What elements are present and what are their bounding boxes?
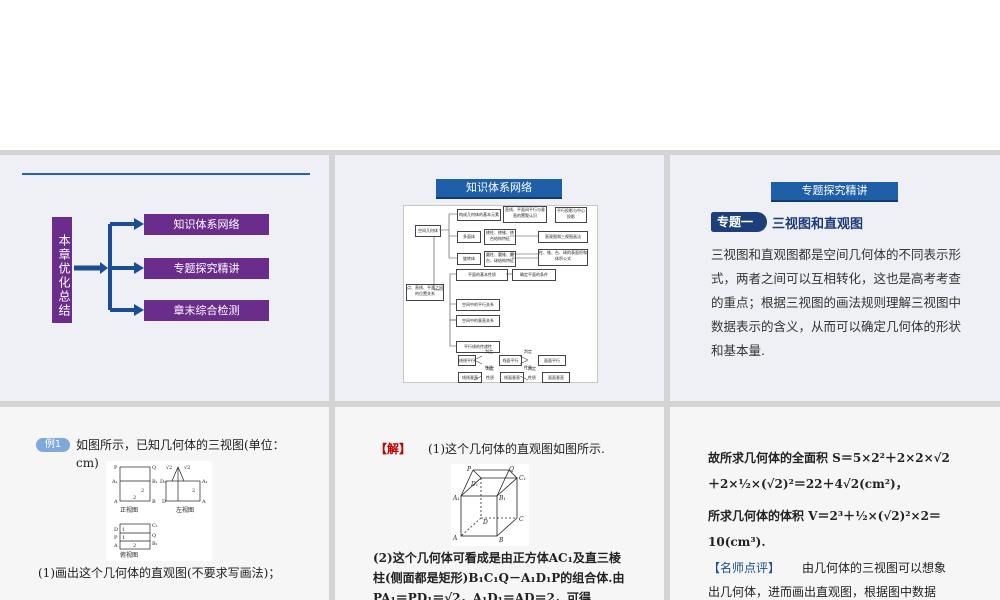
menu-item-chapter-test[interactable]: 章末综合检测 [144, 300, 269, 321]
node-perpendicular-relations: 空间中的垂直关系 [456, 315, 500, 327]
example-badge: 例1 [36, 438, 70, 452]
slide-header: 专题探究精讲 [771, 182, 898, 202]
solution-line-2: (2)这个几何体可看成是由正方体AC₁及直三棱柱(侧面都是矩形)B₁C₁Q－A₁… [373, 551, 625, 600]
formula-line-4: 10(cm³). [708, 535, 766, 549]
node-basic-elements: 构成几何体的基本元素 [457, 209, 501, 221]
label-judge-1: 判定 [485, 349, 493, 354]
slide-header: 知识体系网络 [436, 179, 562, 199]
chapter-summary-label: 本章优化总结 [52, 217, 72, 323]
branch-arrows [74, 218, 144, 316]
svg-text:A: A [113, 543, 118, 549]
slide-thumbnail-2[interactable]: 知识体系网络 空间几何体 构成几何体的基本元素 直线、平面间平行与垂直的直观认识… [335, 155, 664, 401]
svg-text:B₁: B₁ [498, 495, 506, 502]
knowledge-network-diagram: 空间几何体 构成几何体的基本元素 直线、平面间平行与垂直的直观认识 平行投影与中… [403, 205, 598, 383]
comment-line-1: 由几何体的三视图可以想象 [802, 561, 947, 575]
node-solid-of-revolution: 旋转体 [457, 253, 481, 265]
teacher-comment-tag: 【名师点评】 [708, 561, 781, 575]
node-line-plane-parallel: 线面平行 [499, 355, 522, 366]
svg-text:B₁: B₁ [152, 479, 158, 485]
slide-thumbnail-1[interactable]: 本章优化总结 知识体系网络 专题探究精讲 章末综合检测 [0, 155, 329, 401]
svg-text:1: 1 [122, 535, 125, 541]
label-property-4: 性质 [528, 375, 536, 380]
formula-line-1: 故所求几何体的全面积 S＝5×2²＋2×2×√2 [708, 451, 950, 465]
node-parallel-relations: 空间中的平行关系 [456, 299, 500, 311]
svg-text:D₁: D₁ [470, 481, 478, 488]
solution-line-1: (1)这个几何体的直观图如图所示. [428, 442, 605, 456]
svg-text:C: C [519, 516, 524, 523]
svg-text:A: A [113, 499, 118, 505]
label-side-view: 左视图 [176, 507, 195, 514]
svg-text:D: D [482, 519, 488, 526]
svg-text:1: 1 [122, 527, 125, 533]
label-judge-3: 判定 [486, 366, 494, 371]
svg-text:A₁: A₁ [111, 479, 118, 485]
svg-text:2: 2 [192, 488, 195, 494]
node-plane-conditions: 确定平面的条件 [512, 269, 556, 281]
svg-text:2: 2 [141, 488, 144, 494]
node-prism-structure: 棱柱、棱锥、棱台结构特征 [484, 229, 516, 245]
svg-text:B₁: B₁ [152, 541, 158, 547]
question-1: (1)画出这个几何体的直观图(不要求写画法)； [38, 566, 281, 580]
label-judge-2: 判定 [524, 349, 532, 354]
label-top-view: 俯视图 [120, 552, 139, 559]
svg-text:√2: √2 [166, 465, 172, 471]
node-cylinder-structure: 圆柱、圆锥、圆台、球结构特征 [484, 251, 516, 267]
node-plane-properties: 平面的基本性质 [456, 269, 508, 281]
svg-text:Q: Q [509, 466, 514, 473]
node-polyhedron: 多面体 [457, 231, 481, 243]
formula-line-2: ＋2×½×(√2)²＝22＋4√2(cm²)， [708, 477, 908, 491]
svg-text:D: D [162, 499, 166, 505]
svg-text:A₁: A₁ [452, 495, 460, 502]
svg-text:Q: Q [152, 465, 156, 471]
svg-text:2: 2 [133, 495, 136, 501]
slide-thumbnail-3[interactable]: 专题探究精讲 专题一 三视图和直观图 三视图和直观图都是空间几何体的不同表示形式… [670, 155, 1000, 401]
solid-figure: PQ D₁C₁ A₁ B₁ DC AB [451, 464, 529, 546]
slide-thumbnail-5[interactable]: 【解】 (1)这个几何体的直观图如图所示. PQ D₁ C₁ A₁ B₁ DC AB… [335, 407, 664, 600]
topic-title: 三视图和直观图 [772, 217, 864, 232]
svg-text:B: B [498, 537, 504, 544]
node-plane-plane-perpendicular: 面面垂直 [542, 372, 570, 383]
menu-item-topic-study[interactable]: 专题探究精讲 [144, 258, 269, 279]
topic-badge: 专题一 [711, 212, 767, 232]
label-judge-4: 判定 [528, 366, 536, 371]
svg-text:B: B [152, 499, 156, 505]
solution-tag: 【解】 [375, 442, 412, 456]
svg-text:Q: Q [152, 533, 156, 539]
svg-text:D: D [114, 527, 118, 533]
title-rule [22, 173, 310, 175]
node-line-plane-perpendicular: 线面垂直 [500, 372, 524, 383]
topic-body: 三视图和直观图都是空间几何体的不同表示形式，两者之间可以互相转化，这也是高考考查… [711, 247, 962, 358]
svg-text:C₁: C₁ [519, 475, 526, 482]
svg-text:D₁: D₁ [160, 479, 166, 485]
node-drawing-methods: 直观图和三视图画法 [538, 231, 588, 243]
svg-text:A₁: A₁ [201, 479, 208, 485]
svg-text:C₁: C₁ [152, 523, 158, 529]
node-projection: 平行投影与中心投影 [555, 207, 587, 223]
comment-line-2: 出几何体，进而画出直观图，根据图中数据 [708, 585, 937, 599]
svg-text:2: 2 [133, 543, 136, 549]
svg-text:A: A [452, 535, 458, 542]
slide-thumbnail-4[interactable]: 例1 如图所示，已知几何体的三视图(单位：cm) PQ A₁ B₁ AB 22 D… [0, 407, 329, 600]
node-intuitive: 直线、平面间平行与垂直的直观认识 [503, 206, 547, 223]
label-front-view: 正视图 [120, 507, 139, 514]
label-property-3: 性质 [486, 375, 494, 380]
node-position-relations: 点、直线、平面之间的位置关系 [406, 284, 444, 301]
menu-item-knowledge-network[interactable]: 知识体系网络 [144, 214, 269, 235]
svg-text:A: A [201, 499, 206, 505]
node-line-line-parallel: 线线平行 [458, 355, 476, 366]
svg-text:√2: √2 [184, 465, 190, 471]
node-area-volume: 柱、锥、台、球的表面积和体积公式 [538, 249, 588, 266]
slide-thumbnail-6[interactable]: 故所求几何体的全面积 S＝5×2²＋2×2×√2 ＋2×½×(√2)²＝22＋4… [670, 407, 1000, 600]
formula-line-3: 所求几何体的体积 V＝2³＋½×(√2)²×2＝ [708, 509, 941, 523]
node-root: 空间几何体 [415, 225, 441, 237]
node-plane-plane-parallel: 面面平行 [538, 355, 566, 366]
node-line-line-perpendicular: 线线垂直 [458, 372, 482, 383]
